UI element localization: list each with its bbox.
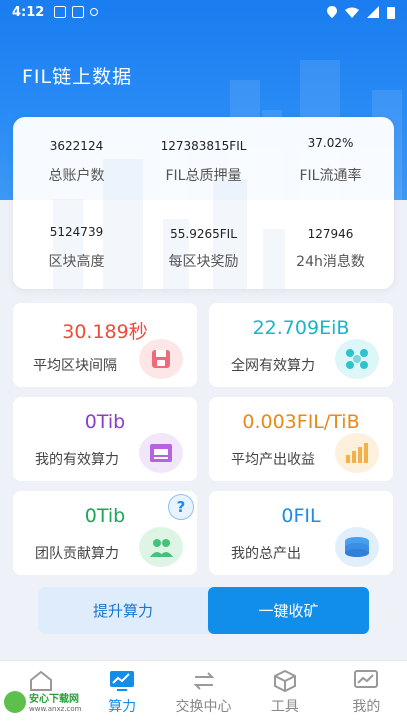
watermark-logo — [4, 690, 26, 713]
tile-avg-block-interval[interactable]: 30.189秒 平均区块间隔 — [13, 303, 197, 387]
tile-label: 我的总产出 — [231, 546, 301, 562]
tile-value: 0Tib — [84, 411, 126, 433]
tile-label: 平均区块间隔 — [33, 358, 117, 374]
stat-label: 每区块奖励 — [168, 254, 239, 270]
watermark-url: www.anxz.com — [29, 705, 82, 713]
tile-my-power[interactable]: 0Tib 我的有效算力 — [13, 397, 197, 481]
stat-value: 55.9265FIL — [170, 227, 237, 241]
status-time: 4:12 — [12, 4, 45, 20]
wifi-icon — [345, 7, 359, 18]
bar-chart-icon — [335, 433, 379, 473]
tab-exchange[interactable]: 交换中心 — [163, 661, 244, 723]
stat-label: FIL流通率 — [299, 168, 362, 184]
action-button-group: 提升算力 一键收矿 — [38, 587, 369, 634]
stat-24h-messages: 127946 24h消息数 — [267, 225, 394, 271]
harvest-button[interactable]: 一键收矿 — [208, 587, 369, 634]
tab-label: 算力 — [108, 699, 137, 715]
stat-value: 127946 — [307, 227, 354, 241]
storage-icon — [139, 433, 183, 473]
status-bar: 4:12 — [0, 0, 407, 24]
stat-label: 区块高度 — [48, 254, 105, 270]
tile-my-output[interactable]: 0FIL 我的总产出 — [209, 491, 393, 575]
coin-stack-icon — [335, 527, 379, 567]
tab-power[interactable]: 算力 — [81, 661, 162, 723]
stat-value: 127383815FIL — [160, 139, 247, 153]
notification-icon — [72, 6, 85, 18]
tile-network-power[interactable]: 22.709EiB 全网有效算力 — [209, 303, 393, 387]
watermark: 安心下载网 www.anxz.com — [4, 690, 81, 713]
tile-label: 我的有效算力 — [35, 452, 119, 468]
watermark-brand: 安心下载网 — [29, 694, 79, 705]
chain-stats-card: 3622124 总账户数 127383815FIL FIL总质押量 37.02%… — [13, 117, 394, 289]
boost-power-button[interactable]: 提升算力 — [38, 587, 208, 634]
location-icon — [327, 6, 337, 18]
notification-icon — [54, 6, 67, 18]
stat-block-height: 5124739 区块高度 — [13, 223, 140, 271]
team-icon — [139, 527, 183, 567]
stat-label: 24h消息数 — [296, 254, 365, 270]
tile-label: 平均产出收益 — [231, 452, 315, 468]
signal-icon — [367, 6, 379, 18]
battery-icon — [387, 6, 395, 19]
exchange-icon — [191, 669, 217, 693]
network-icon — [335, 339, 379, 379]
page-title: FIL链上数据 — [22, 66, 133, 88]
tile-value: 22.709EiB — [252, 317, 350, 339]
stat-circulation-rate: 37.02% FIL流通率 — [267, 134, 394, 185]
tab-label: 工具 — [270, 699, 299, 715]
tile-avg-earnings[interactable]: 0.003FIL/TiB 平均产出收益 — [209, 397, 393, 481]
stat-label: FIL总质押量 — [165, 168, 242, 184]
notification-icon — [90, 8, 99, 16]
tab-label: 我的 — [352, 699, 381, 715]
stat-total-accounts: 3622124 总账户数 — [13, 137, 140, 185]
tile-label: 全网有效算力 — [231, 358, 315, 374]
tile-label: 团队贡献算力 — [35, 546, 119, 562]
stat-value: 3622124 — [49, 139, 104, 153]
stat-value: 37.02% — [307, 136, 354, 150]
stat-value: 5124739 — [49, 225, 104, 239]
stat-label: 总账户数 — [48, 168, 105, 184]
save-icon — [139, 339, 183, 379]
stat-total-pledge: 127383815FIL FIL总质押量 — [140, 137, 267, 185]
tab-mine[interactable]: 我的 — [326, 661, 407, 723]
tab-tools[interactable]: 工具 — [244, 661, 325, 723]
tab-label: 交换中心 — [175, 699, 232, 715]
monitor-icon — [109, 669, 135, 693]
stat-block-reward: 55.9265FIL 每区块奖励 — [140, 225, 267, 271]
cube-icon — [272, 669, 298, 693]
help-icon[interactable]: ? — [168, 494, 194, 520]
profile-chart-icon — [353, 669, 379, 693]
tile-value: 0.003FIL/TiB — [242, 411, 360, 433]
tile-value: 0FIL — [281, 505, 321, 527]
